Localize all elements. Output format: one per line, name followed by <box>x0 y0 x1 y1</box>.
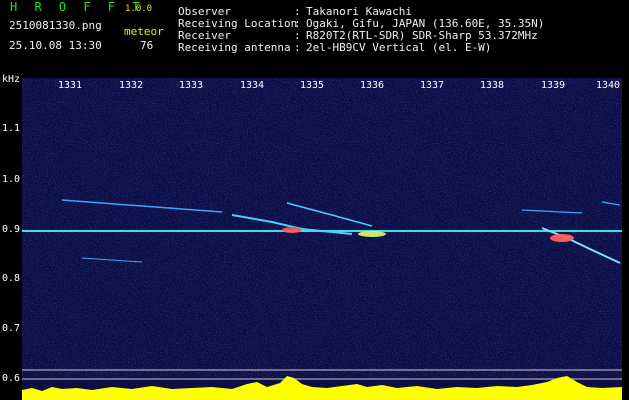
y-tick-0.7: 0.7 <box>2 323 21 334</box>
antenna-value: 2el-HB9CV Vertical (el. E-W) <box>306 41 492 54</box>
noise-layer <box>22 78 622 378</box>
x-tick-1337: 1337 <box>419 80 445 91</box>
antenna-colon: : <box>294 41 301 54</box>
x-tick-1335: 1335 <box>299 80 325 91</box>
x-tick-1331: 1331 <box>57 80 83 91</box>
x-tick-1332: 1332 <box>118 80 144 91</box>
meteor-head-3 <box>550 234 574 242</box>
spectrogram <box>22 78 622 400</box>
meteor-label: meteor <box>124 25 164 38</box>
y-tick-1.1: 1.1 <box>2 123 21 134</box>
y-tick-0.6: 0.6 <box>2 373 21 384</box>
x-tick-1340: 1340 <box>595 80 621 91</box>
x-tick-1334: 1334 <box>239 80 265 91</box>
x-tick-1333: 1333 <box>178 80 204 91</box>
x-tick-1338: 1338 <box>479 80 505 91</box>
antenna-label: Receiving antenna <box>178 41 291 54</box>
file-name: 2510081330.png <box>9 19 102 32</box>
meteor-head-1 <box>282 227 302 233</box>
timestamp: 25.10.08 13:30 <box>9 39 102 52</box>
y-tick-0.8: 0.8 <box>2 273 21 284</box>
meteor-head-2 <box>358 231 386 237</box>
y-unit: kHz <box>2 74 21 85</box>
app-version: 1.0.0 <box>125 4 153 14</box>
y-tick-1.0: 1.0 <box>2 174 21 185</box>
x-tick-1336: 1336 <box>359 80 385 91</box>
y-tick-0.9: 0.9 <box>2 224 21 235</box>
meteor-count: 76 <box>140 39 154 52</box>
x-tick-1339: 1339 <box>540 80 566 91</box>
